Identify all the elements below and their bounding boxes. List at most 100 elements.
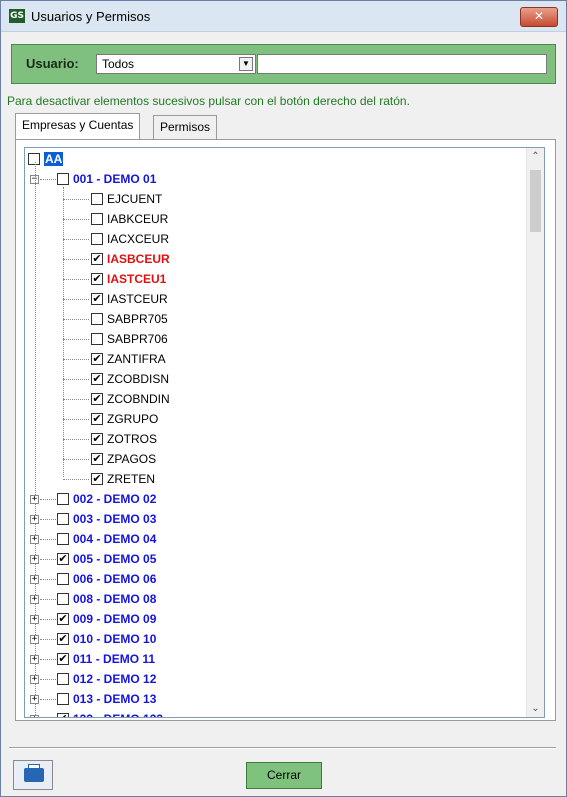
tree-node-company[interactable]: 002 - DEMO 02 [25, 491, 515, 509]
close-icon[interactable]: ✕ [520, 7, 558, 27]
checkbox[interactable] [57, 673, 69, 685]
checkbox[interactable]: ✔ [91, 273, 103, 285]
tree-node-company[interactable]: ✔ 009 - DEMO 09 [25, 611, 515, 629]
checkbox[interactable]: ✔ [91, 453, 103, 465]
checkbox[interactable] [28, 153, 40, 165]
tree-node-account-label: ZOTROS [107, 432, 157, 446]
tree-node-account[interactable]: ✔ IASTCEU1 [25, 271, 515, 289]
tree-node-account[interactable]: ✔ IASBCEUR [25, 251, 515, 269]
checkbox[interactable] [91, 213, 103, 225]
tree-node-account-label: ZRETEN [107, 472, 155, 486]
checkbox[interactable]: ✔ [91, 293, 103, 305]
checkbox[interactable]: ✔ [57, 633, 69, 645]
checkbox[interactable]: ✔ [91, 393, 103, 405]
tree-node-company-label: 005 - DEMO 05 [73, 552, 157, 566]
window-title: Usuarios y Permisos [31, 9, 151, 24]
checkbox[interactable] [57, 513, 69, 525]
tree-node-account[interactable]: EJCUENT [25, 191, 515, 209]
checkbox[interactable] [91, 233, 103, 245]
tree-node-company[interactable]: ✔ 010 - DEMO 10 [25, 631, 515, 649]
tree-node-account[interactable]: ✔ ZGRUPO [25, 411, 515, 429]
tree-node-company-label: 006 - DEMO 06 [73, 572, 157, 586]
checkbox[interactable]: ✔ [91, 373, 103, 385]
tree-node-company[interactable]: 006 - DEMO 06 [25, 571, 515, 589]
tab-empresas-cuentas[interactable]: Empresas y Cuentas [15, 113, 141, 139]
print-button[interactable] [13, 760, 53, 790]
tree-node-account[interactable]: ✔ ZCOBNDIN [25, 391, 515, 409]
tree-node-account-label: EJCUENT [107, 192, 163, 206]
tree-node-account-label: ZANTIFRA [107, 352, 166, 366]
checkbox[interactable]: ✔ [91, 473, 103, 485]
tree-node-company-label: 011 - DEMO 11 [73, 652, 156, 666]
tree-node-account[interactable]: ✔ IASTCEUR [25, 291, 515, 309]
close-button[interactable]: Cerrar [246, 762, 322, 789]
user-panel: Usuario: Todos ▼ [11, 44, 556, 84]
checkbox[interactable]: ✔ [57, 613, 69, 625]
checkbox[interactable] [57, 533, 69, 545]
checkbox[interactable] [57, 693, 69, 705]
tree-node-account[interactable]: SABPR706 [25, 331, 515, 349]
checkbox[interactable] [57, 573, 69, 585]
tree-node-account-label: SABPR706 [107, 332, 168, 346]
tree-node-account[interactable]: ✔ ZOTROS [25, 431, 515, 449]
checkbox[interactable]: ✔ [91, 353, 103, 365]
tree-node-account[interactable]: SABPR705 [25, 311, 515, 329]
title-bar: GS Usuarios y Permisos ✕ [1, 1, 566, 32]
chevron-down-icon[interactable]: ▼ [239, 57, 253, 71]
checkbox[interactable]: ✔ [57, 653, 69, 665]
tree-node-company[interactable]: ✔ 005 - DEMO 05 [25, 551, 515, 569]
company-account-tree[interactable]: ⌃ ⌄ AA −001 - DEMO 01 EJCUENT IABKCEUR IACXC… [24, 147, 545, 718]
user-select-value: Todos [102, 57, 135, 71]
tree-node-account-label: ZGRUPO [107, 412, 159, 426]
checkbox[interactable] [57, 173, 69, 185]
checkbox[interactable] [57, 493, 69, 505]
tree-node-account-label: SABPR705 [107, 312, 168, 326]
tree-node-root[interactable]: AA [25, 151, 515, 169]
checkbox[interactable] [91, 193, 103, 205]
users-permissions-window: GS Usuarios y Permisos ✕ Usuario: Todos … [0, 0, 567, 797]
user-select[interactable]: Todos ▼ [96, 54, 256, 74]
tree-node-company-label: 123 - DEMO 123 [73, 712, 163, 717]
tree-node-company[interactable]: 013 - DEMO 13 [25, 691, 515, 709]
hint-text: Para desactivar elementos sucesivos puls… [7, 94, 410, 108]
tree-node-company-label: 013 - DEMO 13 [73, 692, 157, 706]
tree-node-company[interactable]: 008 - DEMO 08 [25, 591, 515, 609]
scroll-up-icon[interactable]: ⌃ [527, 148, 544, 165]
vertical-scrollbar[interactable]: ⌃ ⌄ [526, 148, 544, 717]
tree-node-account-label: IASTCEUR [107, 292, 168, 306]
tree-node-company[interactable]: 001 - DEMO 01 [25, 171, 515, 189]
tree-node-company[interactable]: 003 - DEMO 03 [25, 511, 515, 529]
scroll-thumb[interactable] [530, 170, 541, 232]
tree-node-company[interactable]: ✔ 123 - DEMO 123 [25, 711, 515, 717]
tree-node-company[interactable]: ✔ 011 - DEMO 11 [25, 651, 515, 669]
checkbox[interactable]: ✔ [91, 433, 103, 445]
checkbox[interactable]: ✔ [91, 413, 103, 425]
tree-node-company-label: 009 - DEMO 09 [73, 612, 157, 626]
user-label: Usuario: [26, 56, 79, 71]
tab-permisos[interactable]: Permisos [153, 115, 218, 139]
tree-node-account[interactable]: IACXCEUR [25, 231, 515, 249]
checkbox[interactable] [91, 333, 103, 345]
checkbox[interactable]: ✔ [57, 553, 69, 565]
tree-node-account[interactable]: ✔ ZPAGOS [25, 451, 515, 469]
scroll-down-icon[interactable]: ⌄ [527, 700, 544, 717]
checkbox[interactable] [57, 593, 69, 605]
tree-node-company-label: 010 - DEMO 10 [73, 632, 157, 646]
checkbox[interactable]: ✔ [57, 713, 69, 717]
checkbox[interactable]: ✔ [91, 253, 103, 265]
tree-node-account[interactable]: IABKCEUR [25, 211, 515, 229]
tree-node-company-label: 008 - DEMO 08 [73, 592, 157, 606]
tree-node-company-label: 002 - DEMO 02 [73, 492, 157, 506]
tree-node-company-label: 003 - DEMO 03 [73, 512, 157, 526]
tree-node-account-label: ZPAGOS [107, 452, 157, 466]
tree-node-account[interactable]: ✔ ZRETEN [25, 471, 515, 489]
footer-divider [9, 747, 556, 749]
tree-node-company[interactable]: 004 - DEMO 04 [25, 531, 515, 549]
printer-icon [24, 764, 44, 782]
user-name-field[interactable] [257, 54, 547, 74]
tree-node-company[interactable]: 012 - DEMO 12 [25, 671, 515, 689]
checkbox[interactable] [91, 313, 103, 325]
tree-node-account[interactable]: ✔ ZCOBDISN [25, 371, 515, 389]
tree-node-account-label: ZCOBNDIN [107, 392, 170, 406]
tree-node-account[interactable]: ✔ ZANTIFRA [25, 351, 515, 369]
